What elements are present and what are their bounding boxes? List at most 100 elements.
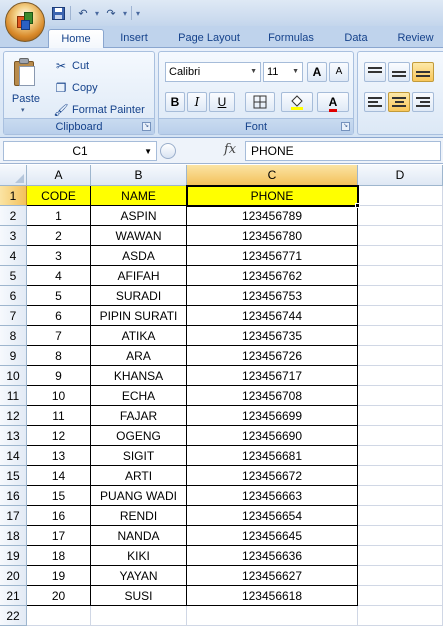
table-cell[interactable]: 123456708 xyxy=(187,386,358,406)
column-header-a[interactable]: A xyxy=(27,165,91,186)
row-header-13[interactable]: 13 xyxy=(0,426,27,446)
row-header-1[interactable]: 1 xyxy=(0,186,27,206)
table-cell[interactable]: 17 xyxy=(27,526,91,546)
row-header-8[interactable]: 8 xyxy=(0,326,27,346)
row-header-6[interactable]: 6 xyxy=(0,286,27,306)
tab-review[interactable]: Review xyxy=(388,29,443,48)
table-cell[interactable]: 1 xyxy=(27,206,91,226)
row-header-11[interactable]: 11 xyxy=(0,386,27,406)
empty-cell[interactable] xyxy=(358,426,443,446)
align-left-button[interactable] xyxy=(364,92,386,112)
table-cell[interactable]: NANDA xyxy=(91,526,187,546)
table-cell[interactable]: 123456645 xyxy=(187,526,358,546)
table-cell[interactable]: 4 xyxy=(27,266,91,286)
font-size-select[interactable]: 11 ▼ xyxy=(263,62,303,82)
table-cell[interactable]: 16 xyxy=(27,506,91,526)
table-cell[interactable]: 19 xyxy=(27,566,91,586)
table-cell[interactable]: ATIKA xyxy=(91,326,187,346)
table-cell[interactable]: 20 xyxy=(27,586,91,606)
table-cell[interactable]: 123456690 xyxy=(187,426,358,446)
table-cell[interactable]: 123456753 xyxy=(187,286,358,306)
table-cell[interactable]: 6 xyxy=(27,306,91,326)
empty-cell[interactable] xyxy=(358,386,443,406)
table-cell[interactable]: ASDA xyxy=(91,246,187,266)
table-cell[interactable]: 123456717 xyxy=(187,366,358,386)
redo-icon[interactable]: ↷ xyxy=(103,5,119,21)
table-cell[interactable]: 2 xyxy=(27,226,91,246)
empty-cell[interactable] xyxy=(358,546,443,566)
row-header-2[interactable]: 2 xyxy=(0,206,27,226)
table-cell[interactable]: ASPIN xyxy=(91,206,187,226)
row-header-19[interactable]: 19 xyxy=(0,546,27,566)
table-cell[interactable]: 123456672 xyxy=(187,466,358,486)
customize-qat-icon[interactable]: ▾ xyxy=(136,9,140,18)
row-header-18[interactable]: 18 xyxy=(0,526,27,546)
row-header-3[interactable]: 3 xyxy=(0,226,27,246)
undo-icon[interactable]: ↶ xyxy=(75,5,91,21)
undo-dropdown-icon[interactable]: ▾ xyxy=(95,9,99,18)
row-header-21[interactable]: 21 xyxy=(0,586,27,606)
name-box[interactable]: C1 ▼ xyxy=(3,141,157,161)
font-name-select[interactable]: Calibri ▼ xyxy=(165,62,261,82)
table-cell[interactable]: FAJAR xyxy=(91,406,187,426)
table-cell[interactable]: SUSI xyxy=(91,586,187,606)
empty-cell[interactable] xyxy=(91,606,187,626)
paste-dropdown-icon[interactable]: ▾ xyxy=(21,106,25,114)
empty-cell[interactable] xyxy=(358,326,443,346)
formula-input[interactable]: PHONE xyxy=(245,141,441,161)
empty-cell[interactable] xyxy=(358,586,443,606)
fill-color-button[interactable] xyxy=(281,92,313,112)
empty-cell[interactable] xyxy=(187,606,358,626)
empty-cell[interactable] xyxy=(358,266,443,286)
format-painter-button[interactable]: 🖌 Format Painter xyxy=(53,101,144,119)
empty-cell[interactable] xyxy=(358,186,443,206)
header-cell[interactable]: NAME xyxy=(91,186,187,206)
align-center-button[interactable] xyxy=(388,92,410,112)
empty-cell[interactable] xyxy=(358,526,443,546)
empty-cell[interactable] xyxy=(358,606,443,626)
table-cell[interactable]: PIPIN SURATI xyxy=(91,306,187,326)
paste-icon[interactable] xyxy=(12,58,38,88)
save-icon[interactable] xyxy=(50,5,66,21)
table-cell[interactable]: 13 xyxy=(27,446,91,466)
tab-insert[interactable]: Insert xyxy=(110,29,158,48)
table-cell[interactable]: WAWAN xyxy=(91,226,187,246)
table-cell[interactable]: 123456744 xyxy=(187,306,358,326)
table-cell[interactable]: 15 xyxy=(27,486,91,506)
table-cell[interactable]: 18 xyxy=(27,546,91,566)
table-cell[interactable]: 9 xyxy=(27,366,91,386)
bold-button[interactable]: B xyxy=(165,92,185,112)
table-cell[interactable]: PUANG WADI xyxy=(91,486,187,506)
tab-data[interactable]: Data xyxy=(334,29,378,48)
empty-cell[interactable] xyxy=(358,246,443,266)
row-header-12[interactable]: 12 xyxy=(0,406,27,426)
formula-bar-resize-icon[interactable] xyxy=(160,143,176,159)
table-cell[interactable]: 123456771 xyxy=(187,246,358,266)
table-cell[interactable]: AFIFAH xyxy=(91,266,187,286)
row-header-10[interactable]: 10 xyxy=(0,366,27,386)
tab-page-layout[interactable]: Page Layout xyxy=(166,29,252,48)
select-all-button[interactable] xyxy=(0,165,27,186)
row-header-22[interactable]: 22 xyxy=(0,606,27,626)
table-cell[interactable]: ARA xyxy=(91,346,187,366)
grow-font-button[interactable]: A xyxy=(307,62,327,82)
empty-cell[interactable] xyxy=(358,346,443,366)
table-cell[interactable]: 5 xyxy=(27,286,91,306)
table-cell[interactable]: ECHA xyxy=(91,386,187,406)
table-cell[interactable]: 123456681 xyxy=(187,446,358,466)
italic-button[interactable]: I xyxy=(187,92,207,112)
table-cell[interactable]: 123456636 xyxy=(187,546,358,566)
worksheet-grid[interactable]: A B C D 1 CODE NAME PHONE 2 1 ASPIN 123456789 3 2 WAWA… xyxy=(0,165,443,627)
underline-button[interactable]: U xyxy=(209,92,235,112)
empty-cell[interactable] xyxy=(358,506,443,526)
row-header-17[interactable]: 17 xyxy=(0,506,27,526)
row-header-20[interactable]: 20 xyxy=(0,566,27,586)
empty-cell[interactable] xyxy=(358,406,443,426)
table-cell[interactable]: 123456618 xyxy=(187,586,358,606)
table-cell[interactable]: 123456762 xyxy=(187,266,358,286)
empty-cell[interactable] xyxy=(27,606,91,626)
row-header-9[interactable]: 9 xyxy=(0,346,27,366)
table-cell[interactable]: ARTI xyxy=(91,466,187,486)
table-cell[interactable]: 10 xyxy=(27,386,91,406)
empty-cell[interactable] xyxy=(358,566,443,586)
